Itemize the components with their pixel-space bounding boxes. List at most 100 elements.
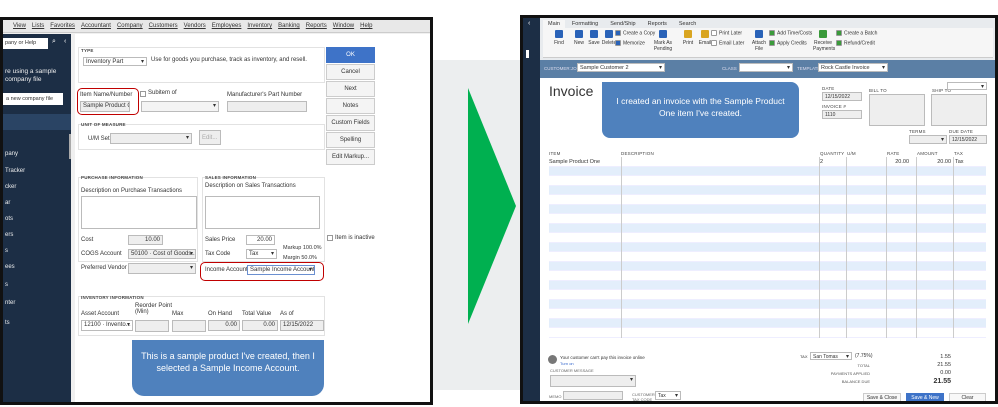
menu-window[interactable]: Window — [333, 20, 354, 32]
turn-on-link[interactable]: Turn on — [560, 361, 574, 366]
line-row[interactable] — [549, 214, 986, 224]
collapse-icon[interactable]: ‹ — [528, 20, 530, 27]
find-button[interactable]: Find — [549, 30, 569, 46]
line-row[interactable] — [549, 328, 986, 338]
tab-search[interactable]: Search — [674, 20, 701, 28]
sidebar-item[interactable]: ees — [5, 264, 15, 270]
tab-reports[interactable]: Reports — [643, 20, 672, 28]
line-row[interactable] — [549, 176, 986, 186]
menu-customers[interactable]: Customers — [149, 20, 178, 32]
line-row[interactable] — [549, 271, 986, 281]
line-amount[interactable]: 20.00 — [921, 159, 951, 165]
billto-input[interactable] — [869, 94, 925, 126]
line-row[interactable] — [549, 195, 986, 205]
cogs-select[interactable]: 50100 · Cost of Goods... — [128, 249, 196, 259]
tab-formatting[interactable]: Formatting — [567, 20, 603, 28]
uom-select[interactable] — [110, 133, 192, 144]
menu-employees[interactable]: Employees — [212, 20, 242, 32]
line-row[interactable] — [549, 290, 986, 300]
button-spelling[interactable]: Spelling — [326, 132, 375, 148]
line-row[interactable] — [549, 204, 986, 214]
subitem-select[interactable] — [141, 101, 219, 112]
menu-vendors[interactable]: Vendors — [184, 20, 206, 32]
credits-button[interactable]: Apply Credits — [769, 40, 807, 46]
asof-input[interactable]: 12/15/2022 — [280, 320, 324, 331]
menu-lists[interactable]: Lists — [32, 20, 44, 32]
sidebar-item[interactable]: pany — [5, 151, 18, 157]
taxcode-select[interactable]: Tax — [246, 249, 277, 259]
line-row[interactable] — [549, 318, 986, 328]
line-tax[interactable]: Tax — [955, 159, 964, 165]
customer-message-select[interactable] — [550, 375, 636, 387]
line-row[interactable] — [549, 299, 986, 309]
date-input[interactable]: 12/15/2022 — [822, 92, 862, 101]
print_later-button[interactable]: Print Later — [711, 30, 742, 36]
menu-inventory[interactable]: Inventory — [247, 20, 272, 32]
uom-edit-button[interactable]: Edit... — [199, 130, 221, 145]
search-icon[interactable]: ⌕ — [52, 38, 56, 46]
sidebar-item[interactable]: ots — [5, 216, 13, 222]
line-row[interactable] — [549, 166, 986, 176]
time-button[interactable]: Add Time/Costs — [769, 30, 812, 36]
line-row[interactable] — [549, 223, 986, 233]
receive-button[interactable]: Receive Payments — [813, 30, 835, 52]
menu-accountant[interactable]: Accountant — [81, 20, 111, 32]
line-qty[interactable]: 2 — [820, 159, 823, 165]
shipto-input[interactable] — [931, 94, 987, 126]
sidebar-item[interactable]: ts — [5, 320, 10, 326]
tax-region-select[interactable]: San Tomas — [810, 352, 852, 360]
menu-reports[interactable]: Reports — [306, 20, 327, 32]
save-new-button[interactable]: Save & New — [906, 393, 944, 401]
clear-button[interactable]: Clear — [949, 393, 986, 401]
pending-button[interactable]: Mark As Pending — [653, 30, 673, 52]
menu-favorites[interactable]: Favorites — [50, 20, 75, 32]
search-input[interactable]: pany or Help — [3, 38, 48, 49]
class-select[interactable] — [739, 63, 793, 72]
button-next[interactable]: Next — [326, 81, 375, 97]
email_later-button[interactable]: Email Later — [711, 40, 744, 46]
subitem-checkbox[interactable] — [140, 91, 146, 97]
button-cancel[interactable]: Cancel — [326, 64, 375, 80]
button-notes[interactable]: Notes — [326, 98, 375, 114]
sidebar-item[interactable]: s — [5, 282, 8, 288]
menu-view[interactable]: View — [13, 20, 26, 32]
onhand-input[interactable]: 0.00 — [208, 320, 240, 331]
sidebar-item[interactable]: s — [5, 248, 8, 254]
new-company-button[interactable]: a new company file — [3, 93, 63, 105]
line-row[interactable] — [549, 309, 986, 319]
template-select[interactable]: Rock Castle Invoice — [818, 63, 888, 72]
batch-button[interactable]: Create a Batch — [836, 30, 877, 36]
button-custom-fields[interactable]: Custom Fields — [326, 115, 375, 131]
type-select[interactable]: Inventory Part — [83, 57, 147, 66]
sidebar-item[interactable]: ers — [5, 232, 13, 238]
line-row[interactable] — [549, 252, 986, 262]
tab-main[interactable]: Main — [543, 20, 565, 28]
memo-input[interactable] — [563, 391, 623, 400]
invoice-no-input[interactable]: 1110 — [822, 110, 862, 119]
cost-input[interactable]: 10.00 — [128, 235, 163, 245]
max-input[interactable] — [172, 320, 206, 332]
menu-help[interactable]: Help — [360, 20, 372, 32]
scrollbar[interactable] — [69, 134, 71, 159]
memorize-button[interactable]: Memorize — [615, 40, 645, 46]
purchase-desc-input[interactable] — [81, 196, 197, 229]
copy-button[interactable]: Create a Copy — [615, 30, 655, 36]
button-ok[interactable]: OK — [326, 47, 375, 63]
menu-banking[interactable]: Banking — [278, 20, 300, 32]
terms-select[interactable] — [909, 135, 947, 144]
button-edit-markup-[interactable]: Edit Markup... — [326, 149, 375, 165]
line-row[interactable] — [549, 233, 986, 243]
reorder-input[interactable] — [135, 320, 169, 332]
attach-button[interactable]: Attach File — [749, 30, 769, 52]
sidebar-item[interactable]: cker — [5, 184, 16, 190]
line-rate[interactable]: 20.00 — [881, 159, 909, 165]
due-input[interactable]: 12/15/2022 — [949, 135, 987, 144]
line-item[interactable]: Sample Product One — [549, 159, 600, 165]
asset-select[interactable]: 12100 · Invento... — [81, 320, 133, 331]
cust-tax-select[interactable]: Tax — [655, 391, 681, 400]
vendor-select[interactable] — [128, 263, 196, 274]
tab-send-ship[interactable]: Send/Ship — [605, 20, 640, 28]
menu-company[interactable]: Company — [117, 20, 143, 32]
sidebar-item[interactable]: ar — [5, 200, 10, 206]
line-row[interactable] — [549, 185, 986, 195]
